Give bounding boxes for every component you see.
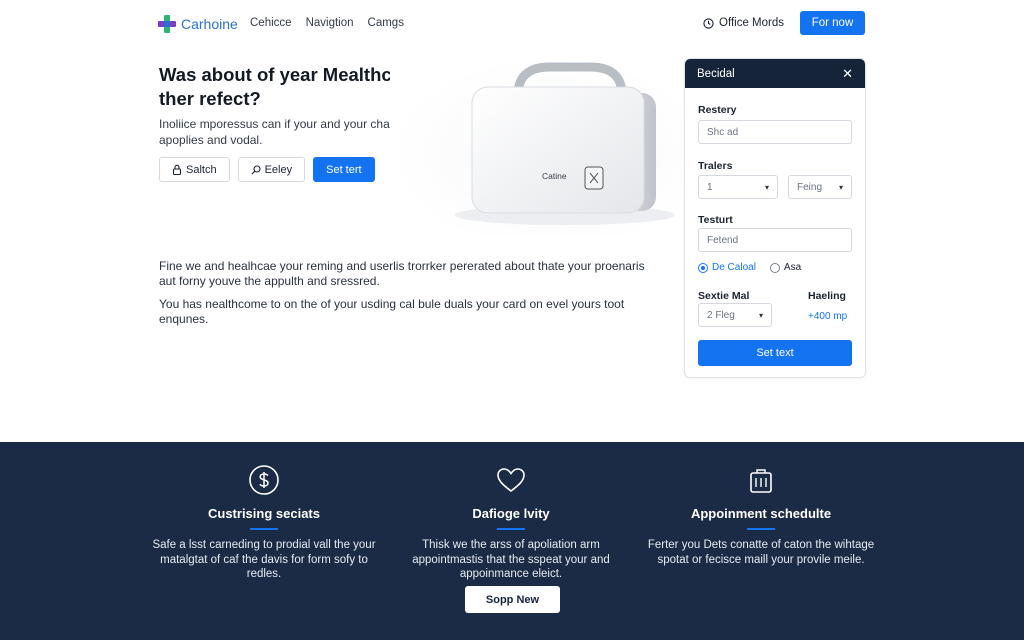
panel-submit-button[interactable]: Set text (698, 340, 852, 366)
briefcase-icon (750, 469, 772, 493)
radio-selected-icon (698, 262, 708, 273)
trailers-select-1[interactable]: 1 ▾ (698, 175, 778, 199)
page: Carhoine Cehicce Navigtion Camgs Office … (0, 0, 1024, 640)
easy-button[interactable]: Eeley (237, 157, 306, 182)
chevron-down-icon: ▾ (764, 182, 769, 192)
radio-group: De Caloal Asa (698, 262, 801, 273)
medical-case-image: Catine (455, 62, 675, 225)
heading-value[interactable]: +400 mp (808, 311, 847, 322)
nav-link-2[interactable]: Navigtion (306, 17, 354, 29)
chevron-down-icon: ▾ (758, 310, 763, 320)
feature-1-title: Custrising seciats (208, 506, 320, 521)
logo[interactable]: Carhoine (157, 14, 238, 34)
features-band: Custrising seciats Safe a lsst carneding… (0, 442, 1024, 640)
radio-option-2-label: Asa (783, 262, 802, 273)
hero-buttons: Saltch Eeley Set tert (159, 157, 375, 182)
feature-3-description: Ferter you Dets conatte of caton the wih… (647, 539, 875, 566)
sextie-label: Sextie Mal (698, 290, 750, 302)
nav-links: Cehicce Navigtion Camgs (250, 17, 404, 29)
feature-1-divider (250, 528, 278, 530)
trailers-select-1-value: 1 (707, 181, 713, 193)
logo-text: Carhoine (181, 16, 238, 32)
sextie-select-value: 2 Fleg (707, 309, 735, 321)
office-link[interactable]: Office Mords (703, 17, 784, 29)
search-icon (251, 164, 261, 174)
body-paragraph-2: You has nealthcome to on the of your usd… (159, 297, 625, 326)
product-label: Catine (542, 171, 567, 181)
close-icon[interactable]: ✕ (842, 66, 853, 82)
feature-card-2: Dafioge lvity Thisk we the arss of apoli… (391, 464, 631, 582)
for-now-button[interactable]: For now (800, 11, 865, 35)
restery-label: Restery (698, 104, 737, 116)
feature-card-1: Custrising seciats Safe a lsst carneding… (144, 464, 384, 582)
testurt-label: Testurt (698, 214, 733, 226)
radio-option-2[interactable]: Asa (769, 262, 802, 273)
top-nav: Carhoine Cehicce Navigtion Camgs Office … (0, 0, 1024, 46)
easy-button-label: Eeley (264, 163, 293, 176)
nav-link-3[interactable]: Camgs (368, 17, 404, 29)
product-illustration: Catine (390, 55, 682, 235)
feature-2-title: Dafioge lvity (472, 506, 550, 521)
chevron-down-icon: ▾ (838, 182, 843, 192)
testurt-input[interactable]: Fetend (698, 228, 852, 252)
lock-icon (172, 164, 182, 175)
heading-label: Haeling (808, 290, 846, 302)
restery-input[interactable]: Shc ad (698, 120, 852, 144)
feature-3-divider (747, 528, 775, 530)
trailers-select-2[interactable]: Feing ▾ (788, 175, 852, 199)
feature-card-3: Appoinment schedulte Ferter you Dets con… (641, 464, 881, 567)
clock-icon (703, 17, 714, 29)
feature-2-divider (497, 528, 525, 530)
panel-header: Becidal ✕ (685, 59, 865, 88)
dollar-circle-icon (249, 465, 279, 495)
feature-1-description: Safe a lsst carneding to prodial vall th… (152, 539, 376, 580)
office-label: Office Mords (719, 17, 784, 29)
radio-option-1-label: De Caloal (712, 262, 756, 273)
sextie-select[interactable]: 2 Fleg ▾ (698, 303, 772, 327)
shop-now-button[interactable]: Sopp New (465, 586, 560, 613)
panel-title: Becidal (697, 67, 735, 80)
feature-2-description: Thisk we the arss of apoliation arm appo… (412, 539, 610, 580)
booking-panel: Becidal ✕ Restery Shc ad Tralers 1 ▾ Fei… (684, 58, 866, 378)
heart-icon (497, 468, 525, 493)
switch-button-label: Saltch (186, 163, 217, 176)
radio-unselected-icon (769, 262, 780, 273)
body-paragraph-1: Fine we and healhcae your reming and use… (159, 259, 645, 288)
trailers-select-2-value: Feing (797, 181, 823, 193)
radio-option-1[interactable]: De Caloal (698, 262, 756, 273)
nav-link-1[interactable]: Cehicce (250, 17, 292, 29)
switch-button[interactable]: Saltch (159, 157, 230, 182)
feature-3-title: Appoinment schedulte (690, 506, 832, 521)
trailers-label: Tralers (698, 160, 733, 172)
set-tert-button[interactable]: Set tert (313, 157, 375, 182)
medical-cross-icon (158, 15, 176, 33)
